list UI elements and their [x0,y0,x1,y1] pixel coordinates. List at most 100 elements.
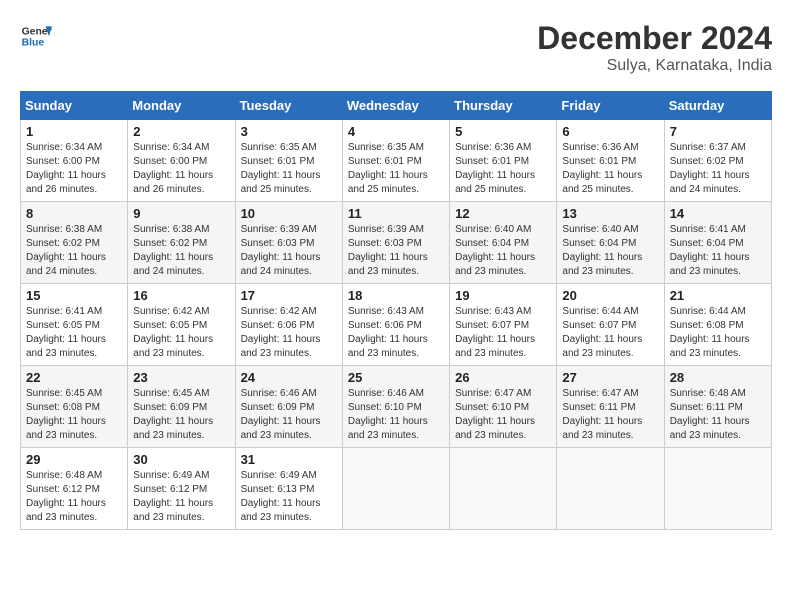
day-info: Sunrise: 6:38 AM Sunset: 6:02 PM Dayligh… [26,223,122,279]
calendar-cell [664,448,771,530]
calendar-cell: 3 Sunrise: 6:35 AM Sunset: 6:01 PM Dayli… [235,120,342,202]
day-number: 23 [133,370,229,385]
day-number: 25 [348,370,444,385]
day-number: 31 [241,452,337,467]
day-info: Sunrise: 6:36 AM Sunset: 6:01 PM Dayligh… [455,141,551,197]
calendar-cell: 8 Sunrise: 6:38 AM Sunset: 6:02 PM Dayli… [21,202,128,284]
calendar-cell: 26 Sunrise: 6:47 AM Sunset: 6:10 PM Dayl… [450,366,557,448]
calendar-cell [342,448,449,530]
calendar-cell: 6 Sunrise: 6:36 AM Sunset: 6:01 PM Dayli… [557,120,664,202]
calendar-cell: 30 Sunrise: 6:49 AM Sunset: 6:12 PM Dayl… [128,448,235,530]
day-number: 2 [133,124,229,139]
day-number: 30 [133,452,229,467]
day-number: 22 [26,370,122,385]
col-friday: Friday [557,92,664,120]
calendar-cell: 11 Sunrise: 6:39 AM Sunset: 6:03 PM Dayl… [342,202,449,284]
day-info: Sunrise: 6:41 AM Sunset: 6:05 PM Dayligh… [26,305,122,361]
calendar-cell: 1 Sunrise: 6:34 AM Sunset: 6:00 PM Dayli… [21,120,128,202]
day-number: 27 [562,370,658,385]
calendar-cell: 16 Sunrise: 6:42 AM Sunset: 6:05 PM Dayl… [128,284,235,366]
day-info: Sunrise: 6:45 AM Sunset: 6:08 PM Dayligh… [26,387,122,443]
calendar-cell: 29 Sunrise: 6:48 AM Sunset: 6:12 PM Dayl… [21,448,128,530]
day-number: 1 [26,124,122,139]
day-info: Sunrise: 6:35 AM Sunset: 6:01 PM Dayligh… [241,141,337,197]
calendar-cell: 23 Sunrise: 6:45 AM Sunset: 6:09 PM Dayl… [128,366,235,448]
logo: General Blue [20,20,52,52]
day-info: Sunrise: 6:39 AM Sunset: 6:03 PM Dayligh… [241,223,337,279]
calendar-week-row: 8 Sunrise: 6:38 AM Sunset: 6:02 PM Dayli… [21,202,772,284]
calendar-cell: 9 Sunrise: 6:38 AM Sunset: 6:02 PM Dayli… [128,202,235,284]
day-info: Sunrise: 6:42 AM Sunset: 6:05 PM Dayligh… [133,305,229,361]
day-number: 12 [455,206,551,221]
col-wednesday: Wednesday [342,92,449,120]
day-number: 13 [562,206,658,221]
title-area: December 2024 Sulya, Karnataka, India [537,20,772,75]
calendar-week-row: 29 Sunrise: 6:48 AM Sunset: 6:12 PM Dayl… [21,448,772,530]
day-info: Sunrise: 6:37 AM Sunset: 6:02 PM Dayligh… [670,141,766,197]
day-info: Sunrise: 6:40 AM Sunset: 6:04 PM Dayligh… [455,223,551,279]
calendar-cell: 14 Sunrise: 6:41 AM Sunset: 6:04 PM Dayl… [664,202,771,284]
day-info: Sunrise: 6:42 AM Sunset: 6:06 PM Dayligh… [241,305,337,361]
day-info: Sunrise: 6:49 AM Sunset: 6:13 PM Dayligh… [241,469,337,525]
day-info: Sunrise: 6:41 AM Sunset: 6:04 PM Dayligh… [670,223,766,279]
day-info: Sunrise: 6:46 AM Sunset: 6:10 PM Dayligh… [348,387,444,443]
calendar-header-row: Sunday Monday Tuesday Wednesday Thursday… [21,92,772,120]
day-info: Sunrise: 6:48 AM Sunset: 6:12 PM Dayligh… [26,469,122,525]
calendar-cell: 12 Sunrise: 6:40 AM Sunset: 6:04 PM Dayl… [450,202,557,284]
day-number: 21 [670,288,766,303]
day-info: Sunrise: 6:43 AM Sunset: 6:06 PM Dayligh… [348,305,444,361]
col-tuesday: Tuesday [235,92,342,120]
day-number: 18 [348,288,444,303]
calendar-cell: 28 Sunrise: 6:48 AM Sunset: 6:11 PM Dayl… [664,366,771,448]
day-info: Sunrise: 6:47 AM Sunset: 6:11 PM Dayligh… [562,387,658,443]
day-info: Sunrise: 6:44 AM Sunset: 6:08 PM Dayligh… [670,305,766,361]
calendar-cell: 7 Sunrise: 6:37 AM Sunset: 6:02 PM Dayli… [664,120,771,202]
day-info: Sunrise: 6:49 AM Sunset: 6:12 PM Dayligh… [133,469,229,525]
calendar-cell: 4 Sunrise: 6:35 AM Sunset: 6:01 PM Dayli… [342,120,449,202]
col-saturday: Saturday [664,92,771,120]
day-info: Sunrise: 6:47 AM Sunset: 6:10 PM Dayligh… [455,387,551,443]
day-number: 9 [133,206,229,221]
calendar-cell: 5 Sunrise: 6:36 AM Sunset: 6:01 PM Dayli… [450,120,557,202]
calendar-cell: 10 Sunrise: 6:39 AM Sunset: 6:03 PM Dayl… [235,202,342,284]
calendar-cell: 19 Sunrise: 6:43 AM Sunset: 6:07 PM Dayl… [450,284,557,366]
calendar-cell: 21 Sunrise: 6:44 AM Sunset: 6:08 PM Dayl… [664,284,771,366]
day-number: 6 [562,124,658,139]
calendar-cell: 20 Sunrise: 6:44 AM Sunset: 6:07 PM Dayl… [557,284,664,366]
day-number: 11 [348,206,444,221]
calendar-week-row: 15 Sunrise: 6:41 AM Sunset: 6:05 PM Dayl… [21,284,772,366]
day-number: 5 [455,124,551,139]
page-header: General Blue December 2024 Sulya, Karnat… [20,20,772,75]
calendar-cell: 25 Sunrise: 6:46 AM Sunset: 6:10 PM Dayl… [342,366,449,448]
calendar-cell: 22 Sunrise: 6:45 AM Sunset: 6:08 PM Dayl… [21,366,128,448]
calendar-cell [450,448,557,530]
month-title: December 2024 [537,20,772,57]
location-subtitle: Sulya, Karnataka, India [537,57,772,75]
calendar-cell: 31 Sunrise: 6:49 AM Sunset: 6:13 PM Dayl… [235,448,342,530]
calendar-cell: 24 Sunrise: 6:46 AM Sunset: 6:09 PM Dayl… [235,366,342,448]
calendar-cell: 18 Sunrise: 6:43 AM Sunset: 6:06 PM Dayl… [342,284,449,366]
calendar-table: Sunday Monday Tuesday Wednesday Thursday… [20,91,772,530]
day-info: Sunrise: 6:45 AM Sunset: 6:09 PM Dayligh… [133,387,229,443]
calendar-week-row: 1 Sunrise: 6:34 AM Sunset: 6:00 PM Dayli… [21,120,772,202]
calendar-cell [557,448,664,530]
calendar-cell: 2 Sunrise: 6:34 AM Sunset: 6:00 PM Dayli… [128,120,235,202]
calendar-cell: 13 Sunrise: 6:40 AM Sunset: 6:04 PM Dayl… [557,202,664,284]
day-number: 19 [455,288,551,303]
day-number: 24 [241,370,337,385]
day-number: 17 [241,288,337,303]
day-info: Sunrise: 6:34 AM Sunset: 6:00 PM Dayligh… [26,141,122,197]
day-number: 28 [670,370,766,385]
calendar-cell: 17 Sunrise: 6:42 AM Sunset: 6:06 PM Dayl… [235,284,342,366]
logo-icon: General Blue [20,20,52,52]
day-number: 3 [241,124,337,139]
day-number: 16 [133,288,229,303]
calendar-cell: 27 Sunrise: 6:47 AM Sunset: 6:11 PM Dayl… [557,366,664,448]
day-info: Sunrise: 6:43 AM Sunset: 6:07 PM Dayligh… [455,305,551,361]
day-info: Sunrise: 6:46 AM Sunset: 6:09 PM Dayligh… [241,387,337,443]
day-info: Sunrise: 6:39 AM Sunset: 6:03 PM Dayligh… [348,223,444,279]
day-number: 7 [670,124,766,139]
day-info: Sunrise: 6:40 AM Sunset: 6:04 PM Dayligh… [562,223,658,279]
day-number: 8 [26,206,122,221]
calendar-cell: 15 Sunrise: 6:41 AM Sunset: 6:05 PM Dayl… [21,284,128,366]
